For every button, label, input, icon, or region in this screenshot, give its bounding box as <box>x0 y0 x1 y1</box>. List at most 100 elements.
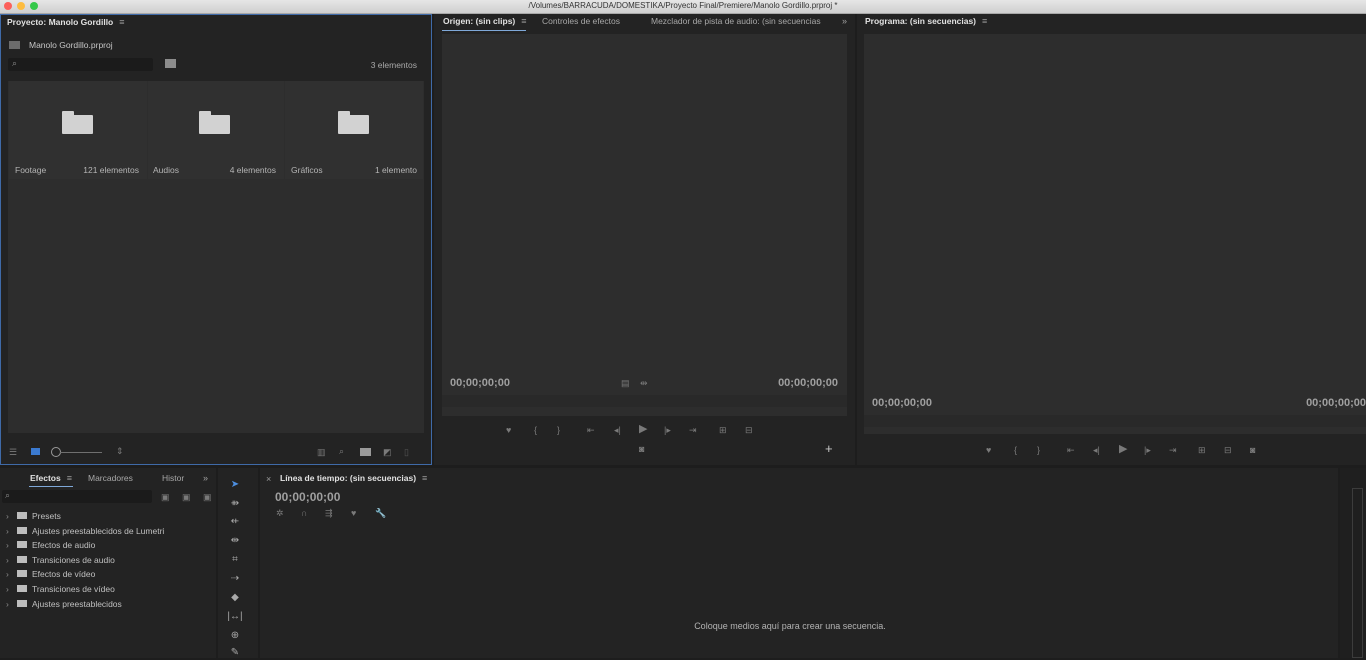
snap-icon[interactable]: ∩ <box>301 508 307 518</box>
bin-audios[interactable]: Audios 4 elementos <box>148 81 284 179</box>
razor-tool-icon[interactable]: ◆ <box>226 591 244 605</box>
mark-in-icon[interactable]: { <box>534 425 537 435</box>
panel-menu-icon[interactable]: ≡ <box>119 15 124 29</box>
project-panel: Proyecto: Manolo Gordillo ≡ Manolo Gordil… <box>0 14 432 465</box>
automate-to-sequence-icon[interactable]: ▥ <box>317 447 326 457</box>
go-to-in-icon[interactable]: ⇤ <box>587 425 595 435</box>
tab-program[interactable]: Programa: (sin secuencias) ≡ <box>865 14 987 28</box>
source-timecode-out[interactable]: 00;00;00;00 <box>778 377 838 389</box>
fit-dropdown-icon[interactable]: ▤ <box>621 378 630 388</box>
settings-icon[interactable]: ⇹ <box>640 378 648 388</box>
project-search-input[interactable]: ⌕ <box>8 58 153 71</box>
camera-icon[interactable]: ◙ <box>1250 445 1255 455</box>
new-item-icon[interactable]: ◩ <box>383 447 392 457</box>
chevron-right-icon[interactable]: › <box>6 597 9 611</box>
ripple-edit-icon[interactable]: ⇷ <box>226 515 244 529</box>
chevron-right-icon[interactable]: › <box>6 582 9 596</box>
more-panels-icon[interactable]: » <box>842 16 847 26</box>
search-icon: ⌕ <box>5 490 11 500</box>
more-panels-icon[interactable]: » <box>203 473 208 483</box>
step-forward-icon[interactable]: |▸ <box>664 425 671 435</box>
item-count: 3 elementos <box>370 60 417 70</box>
slide-tool-icon[interactable]: ⊕ <box>226 629 244 643</box>
nest-icon[interactable]: ✲ <box>276 508 284 518</box>
close-panel-icon[interactable]: × <box>266 474 271 484</box>
mark-out-icon[interactable]: } <box>557 425 560 435</box>
mark-in-icon[interactable]: { <box>1014 445 1017 455</box>
wrench-icon[interactable]: 🔧 <box>375 508 386 518</box>
find-icon[interactable]: ⌕ <box>339 446 344 456</box>
panel-menu-icon[interactable]: ≡ <box>422 471 427 485</box>
chevron-right-icon[interactable]: › <box>6 553 9 567</box>
timeline-panel: × Línea de tiempo: (sin secuencias) ≡ 00;… <box>260 468 1338 658</box>
search-icon: ⌕ <box>12 58 18 68</box>
chevron-right-icon[interactable]: › <box>6 524 9 538</box>
program-timecode-out[interactable]: 00;00;00;00 <box>1306 397 1366 409</box>
add-marker-icon[interactable]: ♥ <box>986 445 991 455</box>
step-back-icon[interactable]: ◂| <box>614 425 621 435</box>
sort-icon[interactable]: ⇕ <box>116 446 124 456</box>
source-timecode-in[interactable]: 00;00;00;00 <box>450 377 510 389</box>
chevron-right-icon[interactable]: › <box>6 538 9 552</box>
folder-icon <box>199 111 230 134</box>
insert-icon[interactable]: ⊞ <box>719 425 727 435</box>
tab-history[interactable]: Histor <box>162 471 184 485</box>
go-to-in-icon[interactable]: ⇤ <box>1067 445 1075 455</box>
slip-tool-icon[interactable]: |↔| <box>226 610 244 624</box>
rate-stretch-alt-icon[interactable]: ⇢ <box>226 572 244 586</box>
button-editor-icon[interactable]: + <box>825 442 833 455</box>
panel-menu-icon[interactable]: ≡ <box>67 471 72 485</box>
linked-selection-icon[interactable]: ⇶ <box>325 508 333 518</box>
program-scrubber[interactable] <box>864 415 1366 427</box>
bin-name: Gráficos <box>291 165 323 175</box>
new-bin-icon[interactable] <box>360 448 371 456</box>
rolling-edit-icon[interactable]: ⇹ <box>226 534 244 548</box>
accelerated-effects-icon[interactable]: ▣ <box>161 492 170 502</box>
mark-out-icon[interactable]: } <box>1037 445 1040 455</box>
play-icon[interactable]: ▶ <box>1119 444 1127 455</box>
bin-footage[interactable]: Footage 121 elementos <box>9 81 147 179</box>
rate-stretch-icon[interactable]: ⌗ <box>226 553 244 567</box>
chevron-right-icon[interactable]: › <box>6 509 9 523</box>
source-scrubber[interactable] <box>442 395 847 407</box>
add-marker-icon[interactable]: ♥ <box>351 508 356 518</box>
zoom-slider-track[interactable] <box>60 452 102 453</box>
selection-tool-icon[interactable]: ➤ <box>226 478 244 492</box>
effects-search-input[interactable]: ⌕ <box>2 490 152 503</box>
panel-menu-icon[interactable]: ≡ <box>521 14 526 28</box>
trash-icon[interactable]: ▯ <box>404 447 409 457</box>
camera-icon[interactable]: ◙ <box>639 444 644 454</box>
tab-markers[interactable]: Marcadores <box>88 471 133 485</box>
yuv-effects-icon[interactable]: ▣ <box>203 492 212 502</box>
panel-menu-icon[interactable]: ≡ <box>982 14 987 28</box>
new-bin-from-search-icon[interactable] <box>165 59 176 68</box>
tab-effect-controls[interactable]: Controles de efectos <box>542 14 620 28</box>
tab-source[interactable]: Origen: (sin clips) ≡ <box>443 14 527 28</box>
program-tab-label: Programa: (sin secuencias) <box>865 16 977 26</box>
bin-graficos[interactable]: Gráficos 1 elemento <box>285 81 423 179</box>
icon-view-icon[interactable] <box>31 448 40 455</box>
source-video-area <box>442 34 847 416</box>
chevron-right-icon[interactable]: › <box>6 567 9 581</box>
overwrite-icon[interactable]: ⊟ <box>745 425 753 435</box>
add-marker-icon[interactable]: ♥ <box>506 425 511 435</box>
track-select-forward-icon[interactable]: ⇻ <box>226 497 244 511</box>
program-timecode-in[interactable]: 00;00;00;00 <box>872 397 932 409</box>
go-to-out-icon[interactable]: ⇥ <box>1169 445 1177 455</box>
source-tab-label: Origen: (sin clips) <box>443 16 516 26</box>
go-to-out-icon[interactable]: ⇥ <box>689 425 697 435</box>
tab-timeline[interactable]: Línea de tiempo: (sin secuencias) ≡ <box>280 471 427 485</box>
timeline-timecode[interactable]: 00;00;00;00 <box>275 490 340 504</box>
step-forward-icon[interactable]: |▸ <box>1144 445 1151 455</box>
tab-audio-track-mixer[interactable]: Mezclador de pista de audio: (sin secuen… <box>651 14 821 28</box>
play-icon[interactable]: ▶ <box>639 424 647 435</box>
project-tab-label: Proyecto: Manolo Gordillo <box>7 17 114 27</box>
extract-icon[interactable]: ⊟ <box>1224 445 1232 455</box>
tab-project[interactable]: Proyecto: Manolo Gordillo ≡ <box>7 15 125 29</box>
lift-icon[interactable]: ⊞ <box>1198 445 1206 455</box>
32bit-effects-icon[interactable]: ▣ <box>182 492 191 502</box>
list-view-icon[interactable]: ☰ <box>9 447 17 457</box>
step-back-icon[interactable]: ◂| <box>1093 445 1100 455</box>
tab-effects[interactable]: Efectos ≡ <box>30 471 72 485</box>
effects-tab-label: Efectos <box>30 473 61 483</box>
